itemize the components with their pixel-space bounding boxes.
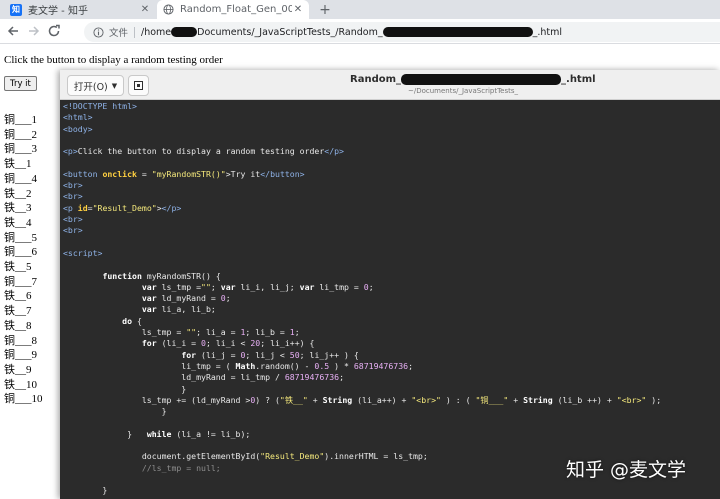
browser-tab-strip: 知 麦文学 - 知乎 ✕ Random_Float_Gen_000 ✕ + bbox=[0, 0, 720, 19]
code-line: for (li_j = 0; li_j < 50; li_j++ ) { bbox=[181, 349, 359, 360]
instruction-text: Click the button to display a random tes… bbox=[4, 54, 223, 66]
code-line: } bbox=[63, 485, 108, 496]
code-line: <html> bbox=[63, 112, 93, 123]
result-item: 铁__1 bbox=[4, 158, 32, 171]
code-line: <p id="Result_Demo"></p> bbox=[63, 202, 182, 213]
browser-toolbar: 文件 /home Documents/_JavaScriptTests_/Ran… bbox=[0, 19, 720, 44]
url-text: /home Documents/_JavaScriptTests_/Random… bbox=[141, 27, 562, 38]
code-line: var ld_myRand = 0; bbox=[141, 293, 231, 304]
result-item: 铁__3 bbox=[4, 202, 32, 215]
code-line: <!DOCTYPE html> bbox=[63, 101, 137, 111]
result-item: 铜___4 bbox=[4, 172, 37, 185]
reload-icon[interactable] bbox=[47, 24, 61, 38]
text-editor-window: 打开(O) ▼ Random_ _.html ~/Documents/_Java… bbox=[60, 70, 720, 499]
result-item: 铁__2 bbox=[4, 187, 32, 200]
editor-title: Random_ _.html bbox=[350, 74, 596, 85]
result-item: 铜___9 bbox=[4, 349, 37, 362]
open-button-label: 打开(O) bbox=[73, 81, 108, 93]
chevron-down-icon: ▼ bbox=[111, 81, 118, 90]
code-line: for (li_i = 0; li_i < 20; li_i++) { bbox=[141, 338, 315, 349]
code-line: } bbox=[63, 406, 167, 417]
editor-title-prefix: Random_ bbox=[350, 74, 402, 85]
code-line: function myRandomSTR() { bbox=[102, 270, 221, 281]
code-line: var ls_tmp =""; var li_i, li_j; var li_t… bbox=[141, 281, 374, 292]
code-line: <br> bbox=[63, 225, 83, 236]
zhihu-icon: 知 bbox=[10, 3, 22, 16]
code-line: ls_tmp = ""; li_a = 1; li_b = 1; bbox=[63, 327, 300, 337]
new-tab-button[interactable]: + bbox=[317, 0, 333, 19]
code-line: document.getElementById("Result_Demo").i… bbox=[63, 451, 428, 462]
code-line: <body> bbox=[63, 123, 93, 134]
open-button[interactable]: 打开(O) ▼ bbox=[67, 75, 124, 96]
tab-zhihu[interactable]: 知 麦文学 - 知乎 ✕ bbox=[4, 0, 156, 19]
code-line: ls_tmp += (ld_myRand >0) ? ("铁__" + Stri… bbox=[63, 394, 662, 405]
forward-arrow-icon[interactable] bbox=[27, 24, 41, 38]
redaction-mark bbox=[382, 27, 533, 37]
tab-title: 麦文学 - 知乎 bbox=[28, 6, 88, 17]
code-line: var li_a, li_b; bbox=[141, 304, 216, 315]
back-arrow-icon[interactable] bbox=[6, 24, 20, 38]
code-line: <br> bbox=[63, 180, 83, 191]
code-line: do { bbox=[122, 315, 142, 326]
result-item: 铁__8 bbox=[4, 319, 32, 332]
code-line: <button onclick = "myRandomSTR()">Try it… bbox=[63, 168, 305, 179]
code-line: ld_myRand = li_tmp / 68719476736; bbox=[63, 372, 344, 383]
code-line: <br> bbox=[63, 191, 83, 202]
result-item: 铜___1 bbox=[4, 114, 37, 126]
scheme-label: 文件 bbox=[109, 28, 129, 39]
editor-header: 打开(O) ▼ Random_ _.html ~/Documents/_Java… bbox=[60, 70, 720, 100]
url-part: Documents/_JavaScriptTests_/Random_ bbox=[197, 26, 383, 38]
result-item: 铜___6 bbox=[4, 246, 37, 259]
result-item: 铁__6 bbox=[4, 290, 32, 303]
result-item: 铜___7 bbox=[4, 275, 37, 288]
globe-icon bbox=[163, 4, 174, 15]
watermark: 知乎 @麦文学 bbox=[566, 459, 687, 481]
tab-title: Random_Float_Gen_000 bbox=[180, 4, 292, 15]
new-document-icon bbox=[134, 81, 143, 90]
code-line: <p>Click the button to display a random … bbox=[63, 146, 344, 157]
divider bbox=[134, 26, 136, 38]
result-item: 铁__5 bbox=[4, 261, 32, 274]
close-icon[interactable]: ✕ bbox=[292, 4, 304, 15]
code-line: } while (li_a != li_b); bbox=[63, 428, 251, 439]
new-document-button[interactable] bbox=[128, 75, 149, 96]
result-item: 铜___3 bbox=[4, 143, 37, 156]
code-line: li_tmp = ( Math.random() - 0.5 ) * 68719… bbox=[63, 360, 414, 371]
code-line: <br> bbox=[63, 214, 83, 224]
result-item: 铜___2 bbox=[4, 128, 37, 141]
result-item: 铁__10 bbox=[4, 378, 37, 391]
result-item: 铁__9 bbox=[4, 363, 32, 376]
result-item: 铜___8 bbox=[4, 334, 37, 347]
result-item: 铁__7 bbox=[4, 305, 32, 318]
result-item: 铜___5 bbox=[4, 231, 37, 244]
code-line: <script> bbox=[63, 247, 103, 258]
code-line: //ls_tmp = null; bbox=[63, 462, 221, 473]
url-part: /home bbox=[141, 26, 172, 38]
url-part: _.html bbox=[532, 26, 563, 38]
editor-subtitle: ~/Documents/_JavaScriptTests_ bbox=[408, 87, 519, 95]
result-item: 铁__4 bbox=[4, 216, 32, 229]
result-item: 铜___10 bbox=[4, 393, 43, 406]
address-bar[interactable]: 文件 /home Documents/_JavaScriptTests_/Ran… bbox=[84, 22, 720, 42]
try-it-button[interactable]: Try it bbox=[4, 76, 37, 91]
tab-random-float-gen[interactable]: Random_Float_Gen_000 ✕ bbox=[157, 0, 309, 19]
code-line: } bbox=[63, 383, 187, 394]
info-icon[interactable] bbox=[93, 26, 104, 38]
editor-title-suffix: _.html bbox=[561, 74, 596, 85]
redaction-mark bbox=[171, 27, 198, 37]
result-list: 铜___1 铜___2 铜___3 铁__1 铜___4 铁__2 铁__3 铁__4 铜___… bbox=[4, 113, 43, 407]
close-icon[interactable]: ✕ bbox=[139, 4, 151, 15]
redaction-mark bbox=[401, 74, 562, 85]
